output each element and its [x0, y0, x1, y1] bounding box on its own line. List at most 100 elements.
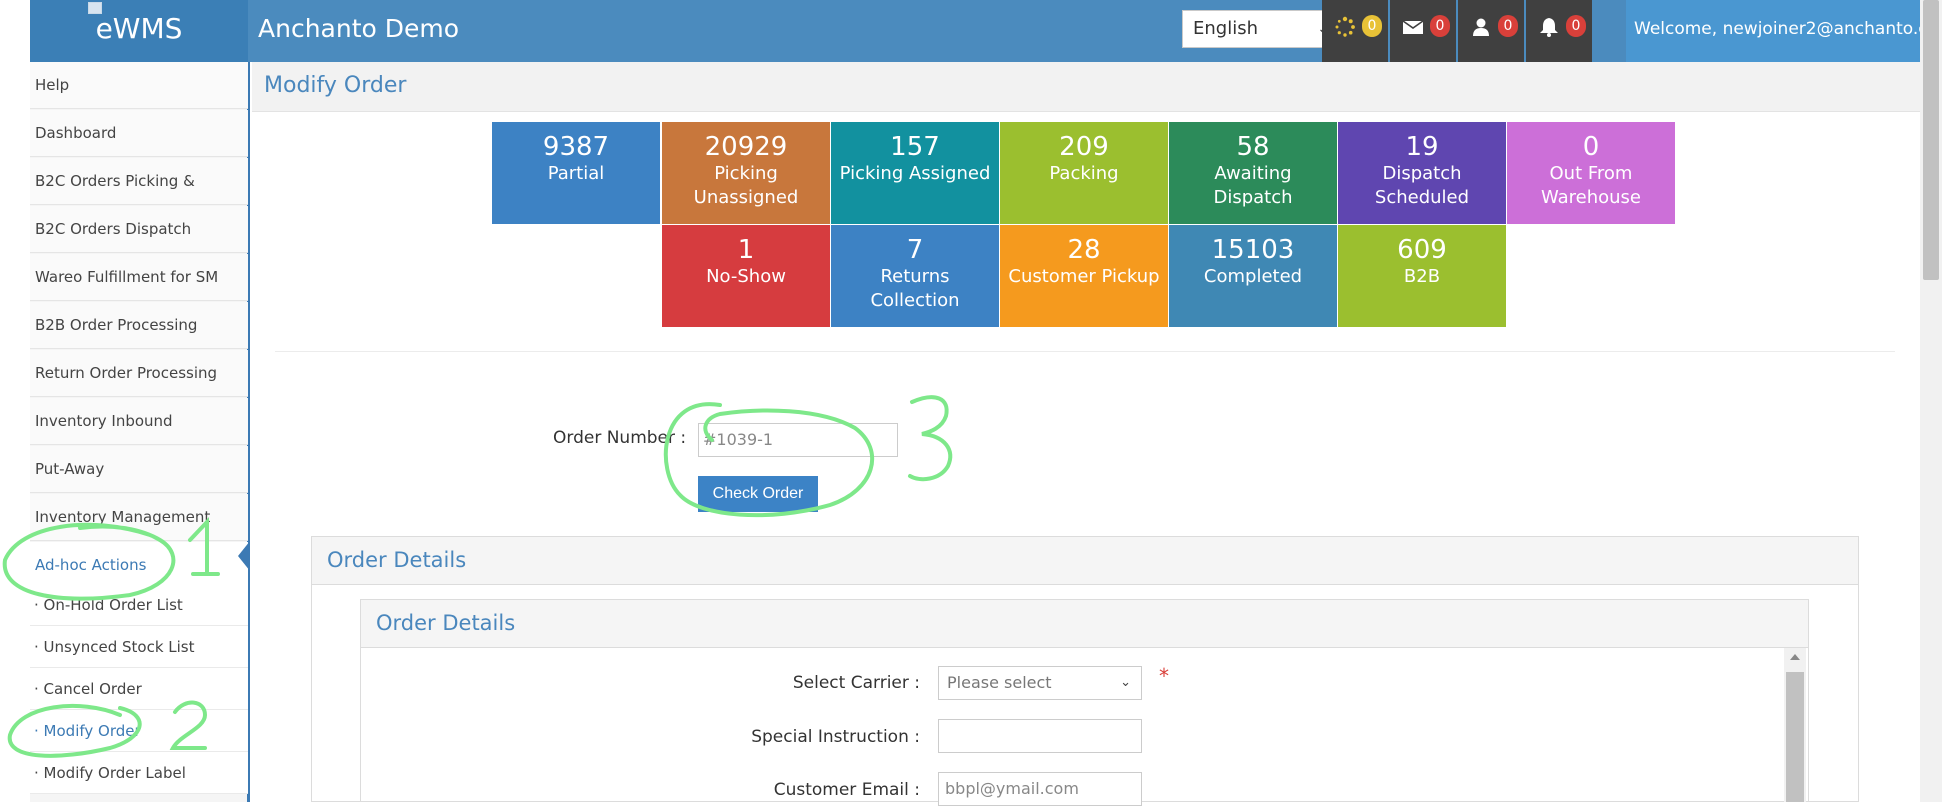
top-bar: eWMS Anchanto Demo English ⌄ 0 0 [30, 0, 1942, 62]
bell-icon [1540, 18, 1558, 37]
tile-label: Out From Warehouse [1540, 163, 1642, 208]
app-title: Anchanto Demo [258, 14, 460, 43]
tile-partial[interactable]: 9387 Partial [492, 122, 660, 224]
sub-item-cancel-order[interactable]: · Cancel Order [30, 668, 248, 710]
chevron-down-icon: ⌄ [1120, 675, 1131, 690]
carrier-select-value: Please select [947, 673, 1052, 692]
tile-packing[interactable]: 209 Packing [1000, 122, 1168, 224]
sidebar-item-b2b-order-processing[interactable]: B2B Order Processing [30, 302, 248, 349]
welcome-text: Welcome, newjoiner2@anchanto.com [1634, 19, 1942, 39]
special-instruction-input[interactable] [938, 719, 1142, 753]
activity-button[interactable]: 0 [1322, 0, 1388, 62]
sub-item-label: Cancel Order [43, 680, 142, 698]
tile-dispatch-scheduled[interactable]: 19 Dispatch Scheduled [1338, 122, 1506, 224]
scroll-up-arrow-icon[interactable] [1790, 654, 1800, 660]
tile-count: 7 [906, 235, 924, 265]
tile-count: 157 [890, 132, 940, 162]
app-window: eWMS Anchanto Demo English ⌄ 0 0 [0, 0, 1942, 806]
sub-item-label: Modify Order Label [43, 764, 186, 782]
sidebar-item-return-order-processing[interactable]: Return Order Processing [30, 350, 248, 397]
tile-label: Returns Collection [870, 266, 960, 311]
tile-label: Dispatch Scheduled [1374, 163, 1470, 208]
tile-label: Partial [547, 163, 605, 184]
sidebar-item-inventory-management[interactable]: Inventory Management [30, 494, 248, 541]
order-details-subpanel-title[interactable]: Order Details [361, 600, 1808, 648]
special-instruction-label: Special Instruction : [751, 727, 920, 747]
language-value: English [1193, 18, 1258, 39]
order-number-input[interactable]: #1039-1 [698, 423, 898, 457]
tile-picking-unassigned[interactable]: 20929 Picking Unassigned [662, 122, 830, 224]
sidebar-item-dashboard[interactable]: Dashboard [30, 110, 248, 157]
users-badge: 0 [1498, 15, 1518, 37]
tile-count: 9387 [542, 132, 610, 162]
page-header: Modify Order [252, 62, 1920, 112]
order-number-label: Order Number : [553, 428, 687, 448]
check-order-button[interactable]: Check Order [698, 476, 818, 512]
tile-count: 15103 [1211, 235, 1295, 265]
sidebar-item-put-away[interactable]: Put-Away [30, 446, 248, 493]
tile-count: 0 [1582, 132, 1600, 162]
select-carrier-label: Select Carrier : [792, 673, 920, 693]
user-menu[interactable]: Welcome, newjoiner2@anchanto.com [1626, 0, 1942, 62]
sidebar-item-wareo-fulfillment[interactable]: Wareo Fulfillment for SM [30, 254, 248, 301]
details-scrollbar-thumb[interactable] [1786, 672, 1804, 802]
sidebar-item-b2c-picking-packing[interactable]: B2C Orders Picking & Packing [30, 158, 248, 237]
sidebar-item-adhoc-actions[interactable]: Ad-hoc Actions [30, 542, 248, 589]
tile-count: 609 [1397, 235, 1447, 265]
tile-label: B2B [1403, 266, 1441, 287]
messages-button[interactable]: 0 [1390, 0, 1456, 62]
sidebar-item-help[interactable]: Help [30, 62, 248, 109]
notifications-button[interactable]: 0 [1526, 0, 1592, 62]
tile-count: 58 [1236, 132, 1270, 162]
language-select[interactable]: English ⌄ [1182, 10, 1340, 48]
tile-out-from-warehouse[interactable]: 0 Out From Warehouse [1507, 122, 1675, 224]
sidebar-item-b2c-dispatch[interactable]: B2C Orders Dispatch [30, 206, 248, 253]
sub-item-label: Unsynced Stock List [43, 638, 195, 656]
order-details-panel-title[interactable]: Order Details [312, 537, 1858, 585]
page-title: Modify Order [264, 73, 407, 98]
tile-picking-assigned[interactable]: 157 Picking Assigned [831, 122, 999, 224]
spinner-icon [1335, 16, 1355, 37]
sub-item-modify-order-label[interactable]: · Modify Order Label [30, 752, 248, 794]
activity-badge: 0 [1362, 15, 1382, 37]
sub-item-modify-order[interactable]: · Modify Order [30, 710, 248, 752]
customer-email-label: Customer Email : [773, 780, 920, 800]
brand-logo[interactable]: eWMS [30, 0, 248, 62]
sub-item-label: Modify Order [43, 722, 141, 740]
tile-count: 19 [1405, 132, 1439, 162]
sidebar: Help Dashboard B2C Orders Picking & Pack… [30, 62, 250, 802]
sub-item-label: On-Hold Order List [43, 596, 183, 614]
user-icon [1473, 18, 1489, 36]
brand-text: eWMS [95, 12, 183, 45]
tile-label: No-Show [706, 266, 786, 287]
tile-count: 1 [737, 235, 755, 265]
customer-email-input[interactable]: bbpl@ymail.com [938, 772, 1142, 806]
section-divider [275, 351, 1895, 352]
tile-label: Customer Pickup [1008, 266, 1160, 287]
tile-count: 20929 [704, 132, 788, 162]
carrier-select[interactable]: Please select ⌄ [938, 666, 1142, 700]
annotation-numeral-three [908, 395, 953, 482]
active-section-pointer [238, 541, 250, 571]
required-marker: * [1159, 664, 1169, 688]
tile-count: 28 [1067, 235, 1101, 265]
notifications-badge: 0 [1566, 15, 1586, 37]
tile-label: Picking Unassigned [693, 163, 799, 208]
sub-item-unsynced-stock-list[interactable]: · Unsynced Stock List [30, 626, 248, 668]
broken-image-icon [88, 2, 102, 14]
tile-awaiting-dispatch[interactable]: 58 Awaiting Dispatch [1169, 122, 1337, 224]
users-button[interactable]: 0 [1458, 0, 1524, 62]
tile-label: Packing [1049, 163, 1119, 184]
tile-label: Completed [1203, 266, 1303, 287]
page-scrollbar-thumb[interactable] [1923, 0, 1939, 280]
tile-no-show[interactable]: 1 No-Show [662, 225, 830, 327]
tile-b2b[interactable]: 609 B2B [1338, 225, 1506, 327]
tile-count: 209 [1059, 132, 1109, 162]
sidebar-item-inventory-inbound[interactable]: Inventory Inbound [30, 398, 248, 445]
tile-customer-pickup[interactable]: 28 Customer Pickup [1000, 225, 1168, 327]
page-scrollbar[interactable] [1920, 0, 1942, 802]
sub-item-on-hold-order-list[interactable]: · On-Hold Order List [30, 584, 248, 626]
tile-completed[interactable]: 15103 Completed [1169, 225, 1337, 327]
tile-returns-collection[interactable]: 7 Returns Collection [831, 225, 999, 327]
details-scrollbar[interactable] [1784, 648, 1806, 802]
